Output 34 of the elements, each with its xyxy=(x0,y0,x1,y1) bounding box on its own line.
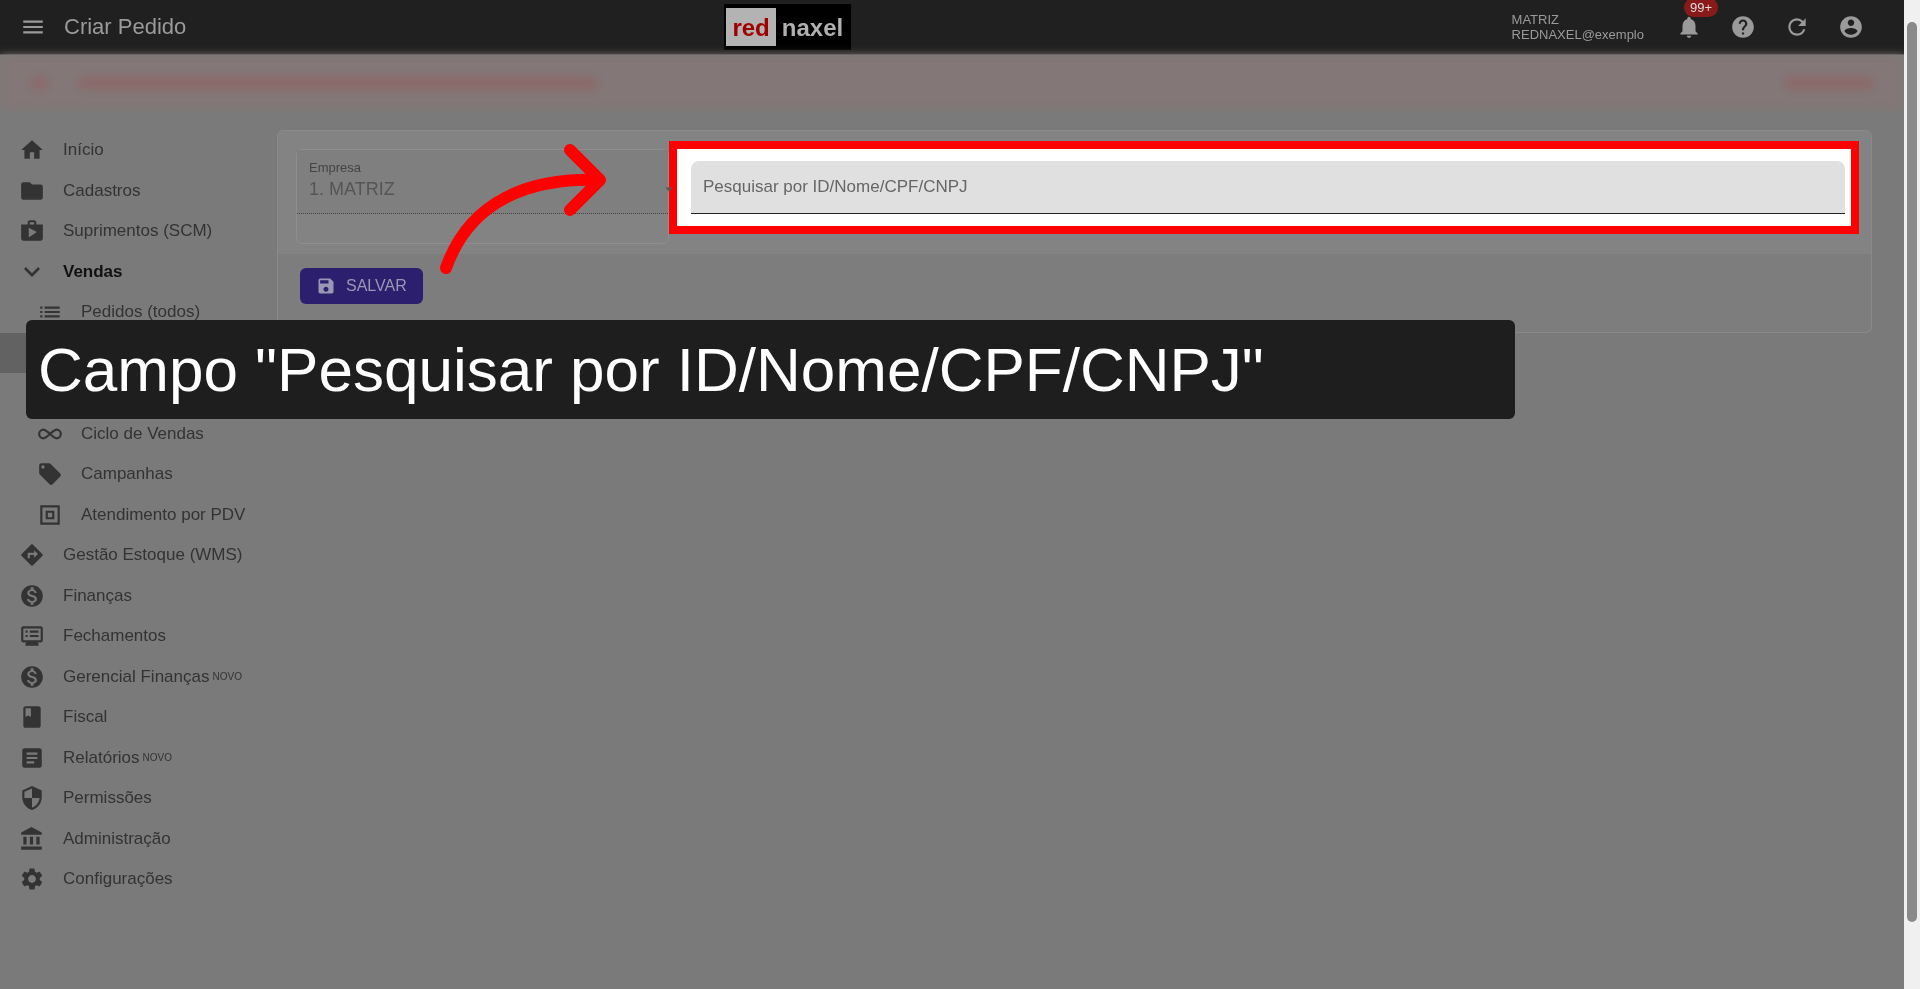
user-login: REDNAXEL@exemplo xyxy=(1511,27,1644,42)
sidebar-item[interactable]: Início xyxy=(0,130,270,171)
sidebar-item[interactable]: Finanças xyxy=(0,575,270,616)
save-button[interactable]: SALVAR xyxy=(300,268,423,304)
diamond-arrow-icon xyxy=(19,542,45,569)
sidebar-item[interactable]: Campanhas xyxy=(0,454,270,495)
sidebar-item[interactable]: Atendimento por PDV xyxy=(0,494,270,535)
sidebar-item[interactable]: Cadastros xyxy=(0,170,270,211)
dollar-icon xyxy=(19,582,45,609)
notification-badge: 99+ xyxy=(1684,0,1719,17)
page-title: Criar Pedido xyxy=(64,14,188,40)
scrollbar[interactable] xyxy=(1904,0,1920,989)
shield-icon xyxy=(19,785,45,812)
save-icon xyxy=(316,276,336,296)
sidebar-item[interactable]: Fechamentos xyxy=(0,616,270,657)
bank-icon xyxy=(19,825,45,852)
sidebar-item[interactable]: Suprimentos (SCM) xyxy=(0,211,270,252)
new-label: NOVO xyxy=(212,671,242,683)
company-name: MATRIZ xyxy=(1511,12,1560,27)
sidebar-item[interactable]: Gestão Estoque (WMS) xyxy=(0,535,270,576)
help-icon[interactable] xyxy=(1730,14,1756,40)
logo: red naxel xyxy=(724,4,852,50)
sidebar-item[interactable]: Configurações xyxy=(0,859,270,900)
tag-icon xyxy=(37,461,63,488)
search-field[interactable]: Pesquisar por ID/Nome/CPF/CNPJ xyxy=(691,161,1845,214)
sidebar-group[interactable]: Vendas xyxy=(0,251,270,292)
sidebar-item[interactable]: Permissões xyxy=(0,778,270,819)
account-icon[interactable] xyxy=(1838,14,1864,40)
new-label: NOVO xyxy=(142,752,172,764)
dollar-icon xyxy=(19,663,45,690)
caption-tooltip: Campo "Pesquisar por ID/Nome/CPF/CNPJ" xyxy=(26,320,1515,419)
chevron-down-icon[interactable] xyxy=(24,266,40,277)
sidebar-item[interactable]: Administração xyxy=(0,818,270,859)
sidebar-item[interactable]: Fiscal xyxy=(0,697,270,738)
